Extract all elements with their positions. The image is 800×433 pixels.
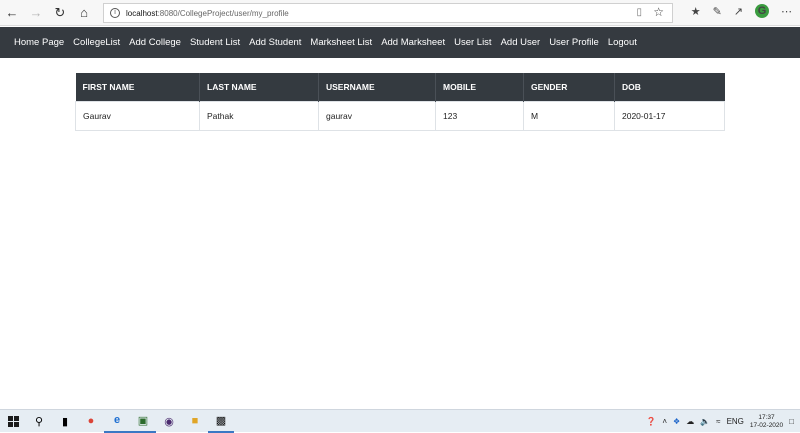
terminal-icon[interactable]: ▩ bbox=[208, 410, 234, 433]
reading-view-icon[interactable]: ▯ bbox=[636, 7, 642, 18]
cell-mobile: 123 bbox=[435, 100, 524, 131]
clock-date: 17-02-2020 bbox=[749, 421, 784, 429]
table-row: Gaurav Pathak gaurav 123 M 2020-01-17 bbox=[75, 100, 725, 131]
share-icon[interactable]: ↗ bbox=[734, 5, 743, 18]
clock[interactable]: 17:37 17-02-2020 bbox=[750, 414, 783, 430]
header-first-name: FIRST NAME bbox=[75, 73, 200, 101]
volume-icon[interactable]: 🔈 bbox=[700, 417, 710, 426]
home-icon[interactable]: ⌂ bbox=[72, 1, 96, 25]
nav-add-student[interactable]: Add Student bbox=[249, 37, 301, 48]
nav-student-list[interactable]: Student List bbox=[190, 37, 240, 48]
header-last-name: LAST NAME bbox=[199, 73, 319, 101]
star-icon[interactable]: ☆ bbox=[653, 5, 664, 19]
browser-toolbar: ← → ↻ ⌂ i localhost :8080/CollegeProject… bbox=[0, 0, 800, 26]
header-username: USERNAME bbox=[318, 73, 436, 101]
help-icon[interactable]: ❓ bbox=[646, 417, 656, 426]
nav-logout[interactable]: Logout bbox=[608, 37, 637, 48]
nav-marksheet-list[interactable]: Marksheet List bbox=[310, 37, 372, 48]
favorites-bar-icon[interactable]: ★ bbox=[691, 5, 701, 18]
file-explorer-icon[interactable]: ■ bbox=[182, 410, 208, 433]
search-icon[interactable]: ⚲ bbox=[26, 410, 52, 433]
app-window-icon[interactable]: ▣ bbox=[130, 410, 156, 433]
chevron-up-icon[interactable]: ˄ bbox=[662, 417, 667, 426]
edge-icon[interactable]: e bbox=[104, 410, 130, 433]
nav-user-profile[interactable]: User Profile bbox=[549, 37, 599, 48]
system-tray: ❓ ˄ ❖ ☁ 🔈 ≈ ENG 17:37 17-02-2020 □ bbox=[646, 410, 794, 433]
header-dob: DOB bbox=[614, 73, 725, 101]
nav-add-marksheet[interactable]: Add Marksheet bbox=[381, 37, 445, 48]
forward-arrow-icon[interactable]: → bbox=[24, 1, 48, 25]
more-menu-icon[interactable]: ⋯ bbox=[781, 5, 792, 18]
pen-icon[interactable]: ✎ bbox=[713, 5, 722, 18]
app-navbar: Home Page CollegeList Add College Studen… bbox=[0, 27, 800, 58]
language-indicator[interactable]: ENG bbox=[727, 417, 744, 426]
wifi-icon[interactable]: ≈ bbox=[716, 417, 720, 426]
cell-username: gaurav bbox=[318, 100, 436, 131]
header-mobile: MOBILE bbox=[435, 73, 524, 101]
profile-avatar-icon[interactable]: G bbox=[755, 4, 769, 18]
onedrive-icon[interactable]: ☁ bbox=[686, 417, 694, 426]
task-view-icon[interactable]: ▮ bbox=[52, 410, 78, 433]
nav-add-user[interactable]: Add User bbox=[501, 37, 541, 48]
cell-gender: M bbox=[523, 100, 615, 131]
url-path: :8080/CollegeProject/user/my_profile bbox=[157, 8, 289, 18]
nav-add-college[interactable]: Add College bbox=[129, 37, 181, 48]
dropbox-icon[interactable]: ❖ bbox=[673, 417, 680, 426]
site-info-icon[interactable]: i bbox=[110, 8, 120, 18]
address-bar[interactable]: i localhost :8080/CollegeProject/user/my… bbox=[103, 3, 673, 23]
back-arrow-icon[interactable]: ← bbox=[0, 1, 24, 25]
url-host: localhost bbox=[126, 8, 158, 18]
notifications-icon[interactable]: □ bbox=[789, 417, 794, 426]
chrome-icon[interactable]: ● bbox=[78, 410, 104, 433]
cell-first-name: Gaurav bbox=[75, 100, 200, 131]
nav-college-list[interactable]: CollegeList bbox=[73, 37, 120, 48]
cell-dob: 2020-01-17 bbox=[614, 100, 725, 131]
cell-last-name: Pathak bbox=[199, 100, 319, 131]
table-header-row: FIRST NAME LAST NAME USERNAME MOBILE GEN… bbox=[75, 73, 725, 101]
nav-user-list[interactable]: User List bbox=[454, 37, 491, 48]
profile-table-container: FIRST NAME LAST NAME USERNAME MOBILE GEN… bbox=[75, 73, 725, 131]
nav-home-page[interactable]: Home Page bbox=[14, 37, 64, 48]
windows-taskbar: ⚲ ▮ ● e ▣ ◉ ■ ▩ ❓ ˄ ❖ ☁ 🔈 ≈ ENG 17:37 17… bbox=[0, 409, 800, 433]
profile-table: FIRST NAME LAST NAME USERNAME MOBILE GEN… bbox=[75, 73, 725, 131]
browser-extensions: ★ ✎ ↗ G ⋯ bbox=[691, 4, 792, 18]
windows-start-icon[interactable] bbox=[0, 410, 26, 433]
clock-time: 17:37 bbox=[758, 413, 775, 421]
header-gender: GENDER bbox=[523, 73, 615, 101]
refresh-icon[interactable]: ↻ bbox=[48, 1, 72, 25]
eclipse-icon[interactable]: ◉ bbox=[156, 410, 182, 433]
